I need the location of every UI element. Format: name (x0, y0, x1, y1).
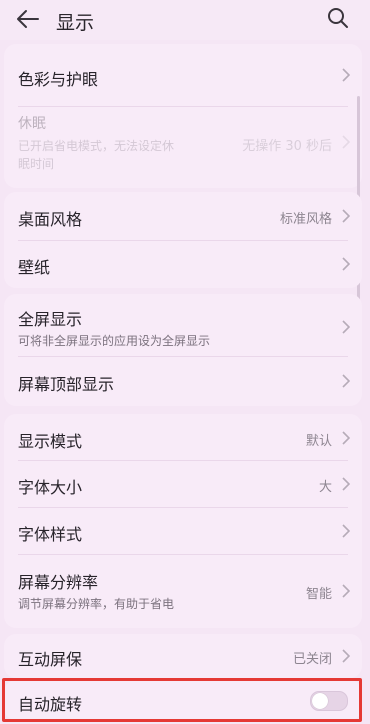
item-value: 无操作 30 秒后 (242, 139, 332, 154)
chevron-right-icon (342, 477, 350, 491)
chevron-right-icon (342, 584, 350, 598)
item-value: 标准风格 (279, 212, 332, 227)
item-subtitle: 眠时间 (18, 157, 55, 171)
item-label: 字体大小 (18, 478, 83, 497)
interactive-saver-item[interactable]: 互动屏保 已关闭 (4, 634, 362, 678)
item-subtitle: 可将非全屏显示的应用设为全屏显示 (18, 334, 211, 348)
settings-group: 色彩与护眼 休眠 已开启省电模式，无法设定休 眠时间 无操作 30 秒后 (4, 44, 362, 188)
settings-group: 显示模式 默认 字体大小 大 字体样式 屏幕分辨率 调节屏幕分辨率，有助于省电 … (4, 414, 362, 628)
chevron-right-icon (342, 209, 350, 223)
item-label: 壁纸 (18, 258, 51, 277)
notch-item[interactable]: 屏幕顶部显示 (4, 357, 362, 405)
item-label: 显示模式 (18, 432, 83, 451)
page-title: 显示 (56, 12, 95, 34)
fullscreen-item[interactable]: 全屏显示 可将非全屏显示的应用设为全屏显示 (4, 294, 362, 356)
wallpaper-item[interactable]: 壁纸 (4, 241, 362, 287)
item-subtitle: 已开启省电模式，无法设定休 (18, 139, 175, 153)
chevron-right-icon (342, 374, 350, 388)
item-label: 全屏显示 (18, 310, 83, 329)
item-value: 默认 (305, 434, 332, 449)
display-mode-item[interactable]: 显示模式 默认 (4, 414, 362, 460)
settings-group: 全屏显示 可将非全屏显示的应用设为全屏显示 屏幕顶部显示 (4, 294, 362, 406)
settings-group: 桌面风格 标准风格 壁纸 (4, 192, 362, 288)
sleep-item: 休眠 已开启省电模式，无法设定休 眠时间 无操作 30 秒后 (4, 107, 362, 187)
search-icon[interactable] (326, 6, 350, 30)
item-value: 智能 (305, 587, 332, 602)
item-value: 大 (318, 480, 332, 495)
item-label: 屏幕分辨率 (18, 573, 99, 592)
settings-group: 互动屏保 已关闭 (4, 634, 362, 678)
chevron-right-icon (342, 135, 350, 149)
item-label: 桌面风格 (18, 210, 83, 229)
item-value: 已关闭 (292, 652, 332, 667)
item-label: 互动屏保 (18, 650, 83, 669)
app-header: 显示 (0, 0, 370, 40)
chevron-right-icon (342, 257, 350, 271)
item-label: 屏幕顶部显示 (18, 375, 115, 394)
item-label: 休眠 (18, 116, 46, 132)
chevron-right-icon (342, 649, 350, 663)
back-arrow-icon[interactable] (14, 8, 40, 30)
highlight-box (2, 678, 362, 722)
item-label: 字体样式 (18, 525, 83, 544)
resolution-item[interactable]: 屏幕分辨率 调节屏幕分辨率，有助于省电 智能 (4, 555, 362, 627)
font-size-item[interactable]: 字体大小 大 (4, 461, 362, 507)
font-style-item[interactable]: 字体样式 (4, 508, 362, 554)
chevron-right-icon (342, 320, 350, 334)
desktop-style-item[interactable]: 桌面风格 标准风格 (4, 192, 362, 240)
color-eye-item[interactable]: 色彩与护眼 (4, 44, 362, 106)
chevron-right-icon (342, 68, 350, 82)
chevron-right-icon (342, 431, 350, 445)
chevron-right-icon (342, 524, 350, 538)
item-label: 色彩与护眼 (18, 70, 99, 89)
item-subtitle: 调节屏幕分辨率，有助于省电 (18, 597, 175, 611)
